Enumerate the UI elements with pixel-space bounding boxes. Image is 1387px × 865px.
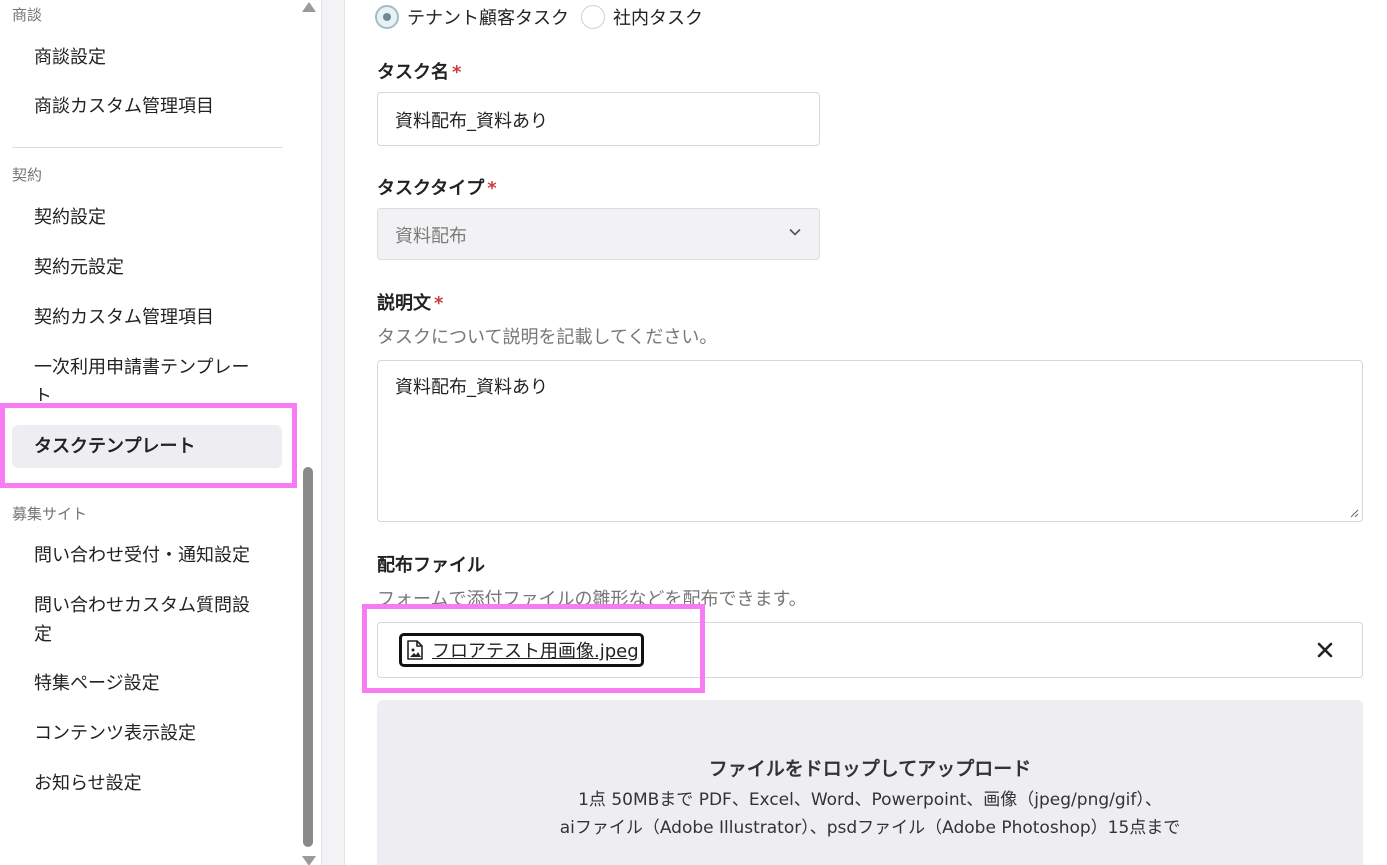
chevron-down-icon — [789, 228, 801, 236]
sidebar-item-task-template[interactable]: タスクテンプレート — [12, 425, 282, 468]
group-label-deals: 商談 — [12, 6, 43, 24]
sidebar-item-feature-page-settings[interactable]: 特集ページ設定 — [34, 669, 279, 698]
sidebar-item-label-line1: 問い合わせカスタム質問設 — [34, 595, 250, 616]
sidebar-item-contract-custom-fields[interactable]: 契約カスタム管理項目 — [34, 303, 279, 332]
sidebar-item-contract-source-settings[interactable]: 契約元設定 — [34, 253, 279, 282]
sidebar-item-label: タスクテンプレート — [34, 436, 196, 457]
attached-file-name: フロアテスト用画像.jpeg — [432, 641, 639, 662]
radio-label-tenant-customer-task[interactable]: テナント顧客タスク — [407, 4, 569, 30]
sidebar-item-deal-settings[interactable]: 商談設定 — [34, 43, 279, 72]
sidebar-item-label-line2: ト — [34, 386, 52, 401]
sidebar-item-contract-settings[interactable]: 契約設定 — [34, 203, 279, 232]
task-type-select[interactable]: 資料配布 — [377, 208, 820, 260]
required-mark: * — [452, 62, 462, 83]
distribution-file-helper-text: フォームで添付ファイルの雛形などを配布できます。 — [377, 589, 807, 610]
description-label: 説明文 * — [377, 289, 443, 315]
task-scope-radio-group: テナント顧客タスク 社内タスク — [375, 3, 715, 31]
description-label-text: 説明文 — [377, 293, 431, 314]
app-window: 商談 商談設定 商談カスタム管理項目 契約 契約設定 契約元設定 契約カスタム管… — [0, 0, 1387, 865]
description-textarea[interactable]: 資料配布_資料あり — [377, 360, 1363, 522]
image-file-icon — [407, 640, 423, 660]
dropzone-limits-line1: 1点 50MBまで PDF、Excel、Word、Powerpoint、画像（j… — [578, 790, 1162, 810]
task-type-label: タスクタイプ * — [377, 174, 497, 200]
sidebar-divider — [12, 147, 282, 148]
close-icon[interactable] — [1316, 641, 1334, 659]
distribution-file-label: 配布ファイル — [377, 555, 485, 576]
group-label-recruit-site: 募集サイト — [12, 505, 88, 523]
sidebar-item-deal-custom-fields[interactable]: 商談カスタム管理項目 — [34, 92, 279, 121]
scroll-down-arrow-icon[interactable] — [302, 856, 316, 865]
description-helper-text: タスクについて説明を記載してください。 — [377, 327, 718, 348]
sidebar-item-content-display-settings[interactable]: コンテンツ表示設定 — [34, 719, 279, 748]
radio-tenant-customer-task[interactable] — [375, 5, 399, 29]
dropzone-limits-line2: aiファイル（Adobe Illustrator）、psdファイル（Adobe … — [559, 818, 1181, 838]
file-upload-dropzone[interactable]: ファイルをドロップしてアップロード 1点 50MBまで PDF、Excel、Wo… — [377, 700, 1363, 865]
task-name-label: タスク名 * — [377, 58, 461, 84]
radio-label-internal-task[interactable]: 社内タスク — [613, 4, 703, 30]
attached-file-link[interactable]: フロアテスト用画像.jpeg — [399, 633, 644, 667]
sidebar-item-usage-application-template[interactable]: 一次利用申請書テンプレー ト — [34, 353, 279, 401]
scrollbar-thumb[interactable] — [303, 467, 313, 847]
panel-divider — [321, 0, 345, 865]
radio-internal-task[interactable] — [581, 5, 605, 29]
settings-sidebar: 商談 商談設定 商談カスタム管理項目 契約 契約設定 契約元設定 契約カスタム管… — [0, 0, 297, 865]
sidebar-scrollbar[interactable] — [297, 0, 321, 865]
sidebar-item-inquiry-custom-questions[interactable]: 問い合わせカスタム質問設 定 — [34, 591, 279, 649]
resize-grip-icon[interactable] — [1349, 508, 1359, 518]
task-type-selected-value: 資料配布 — [395, 226, 467, 247]
task-name-input[interactable]: 資料配布_資料あり — [377, 92, 820, 146]
group-label-contracts: 契約 — [12, 166, 43, 184]
task-name-label-text: タスク名 — [377, 62, 449, 83]
required-mark: * — [434, 293, 444, 314]
task-template-form: テナント顧客タスク 社内タスク タスク名 * 資料配布_資料あり タスクタイプ * … — [345, 0, 1387, 865]
description-value: 資料配布_資料あり — [395, 377, 548, 398]
task-type-label-text: タスクタイプ — [377, 178, 485, 199]
attached-file-row: フロアテスト用画像.jpeg — [377, 622, 1363, 678]
scroll-up-arrow-icon[interactable] — [302, 2, 316, 12]
sidebar-item-notice-settings[interactable]: お知らせ設定 — [34, 769, 279, 798]
sidebar-item-inquiry-notification-settings[interactable]: 問い合わせ受付・通知設定 — [34, 541, 279, 570]
sidebar-item-label-line2: 定 — [34, 624, 52, 645]
dropzone-title: ファイルをドロップしてアップロード — [708, 758, 1032, 780]
sidebar-item-label-line1: 一次利用申請書テンプレー — [34, 357, 250, 378]
required-mark: * — [487, 178, 497, 199]
